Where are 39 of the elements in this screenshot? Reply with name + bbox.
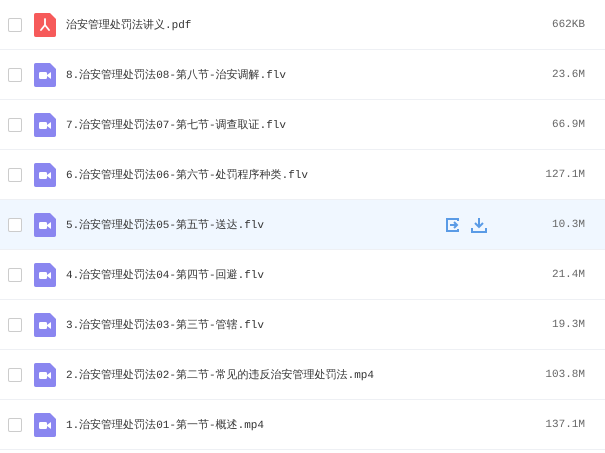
file-row[interactable]: 5.治安管理处罚法05-第五节-送达.flv 10.3M: [0, 200, 605, 250]
file-name[interactable]: 5.治安管理处罚法05-第五节-送达.flv: [66, 217, 435, 232]
file-size: 662KB: [550, 18, 585, 30]
checkbox[interactable]: [8, 318, 22, 332]
checkbox[interactable]: [8, 218, 22, 232]
move-icon[interactable]: [445, 216, 461, 232]
video-file-icon: [34, 412, 56, 436]
file-size: 137.1M: [544, 418, 585, 430]
file-name[interactable]: 2.治安管理处罚法02-第二节-常见的违反治安管理处罚法.mp4: [66, 367, 525, 382]
file-size: 66.9M: [550, 118, 585, 130]
file-size: 23.6M: [550, 68, 585, 80]
file-name[interactable]: 6.治安管理处罚法06-第六节-处罚程序种类.flv: [66, 167, 525, 182]
file-size: 10.3M: [550, 218, 585, 230]
checkbox[interactable]: [8, 118, 22, 132]
file-size: 19.3M: [550, 318, 585, 330]
download-icon[interactable]: [471, 216, 487, 232]
file-size: 103.8M: [544, 368, 585, 380]
checkbox[interactable]: [8, 168, 22, 182]
video-file-icon: [34, 262, 56, 286]
checkbox[interactable]: [8, 18, 22, 32]
video-file-icon: [34, 362, 56, 386]
file-name[interactable]: 8.治安管理处罚法08-第八节-治安调解.flv: [66, 67, 525, 82]
video-file-icon: [34, 62, 56, 86]
pdf-file-icon: [34, 12, 56, 36]
file-size: 127.1M: [544, 168, 585, 180]
checkbox[interactable]: [8, 418, 22, 432]
checkbox[interactable]: [8, 368, 22, 382]
file-name[interactable]: 3.治安管理处罚法03-第三节-管辖.flv: [66, 317, 525, 332]
file-name[interactable]: 4.治安管理处罚法04-第四节-回避.flv: [66, 267, 525, 282]
file-name[interactable]: 治安管理处罚法讲义.pdf: [66, 17, 525, 32]
file-name[interactable]: 1.治安管理处罚法01-第一节-概述.mp4: [66, 417, 525, 432]
checkbox[interactable]: [8, 68, 22, 82]
video-file-icon: [34, 162, 56, 186]
video-file-icon: [34, 112, 56, 136]
video-file-icon: [34, 212, 56, 236]
video-file-icon: [34, 312, 56, 336]
file-name[interactable]: 7.治安管理处罚法07-第七节-调查取证.flv: [66, 117, 525, 132]
file-size: 21.4M: [550, 268, 585, 280]
checkbox[interactable]: [8, 268, 22, 282]
